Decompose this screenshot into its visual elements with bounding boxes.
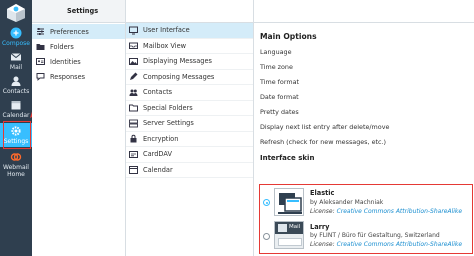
option-refresh[interactable]: Refresh (check for new messages, etc.) <box>254 134 474 149</box>
section-mailbox-view[interactable]: Mailbox View <box>126 39 253 54</box>
user-interface-panel: Main Options Language Time zone Time for… <box>254 23 474 256</box>
rail-contacts-button[interactable]: Contacts <box>0 75 32 95</box>
calendar-icon <box>11 101 21 110</box>
roundcube-logo-icon <box>7 4 25 22</box>
license-link-larry[interactable]: Creative Commons Attribution-ShareAlike <box>337 241 463 248</box>
mailbox-icon <box>129 42 138 50</box>
section-special-folders[interactable]: Special Folders <box>126 101 253 116</box>
settings-callout-box <box>3 121 31 149</box>
section-label: Contacts <box>143 88 173 97</box>
section-label: Special Folders <box>143 103 193 112</box>
section-label: Mailbox View <box>143 41 187 50</box>
sections-list: User Interface Mailbox View Displaying M… <box>126 23 254 256</box>
lock-icon <box>130 135 137 143</box>
skin-radio-elastic[interactable] <box>263 199 270 206</box>
section-label: CardDAV <box>143 150 172 159</box>
section-contacts[interactable]: Contacts <box>126 85 253 101</box>
section-server-settings[interactable]: Server Settings <box>126 116 253 132</box>
sections-header <box>126 0 254 23</box>
skin-radio-larry[interactable] <box>263 233 270 240</box>
image-icon <box>129 57 138 65</box>
mail-icon <box>10 53 22 61</box>
folder-icon <box>129 104 138 112</box>
rail-mail-label: Mail <box>9 64 23 71</box>
option-pretty-dates[interactable]: Pretty dates <box>254 104 474 119</box>
settings-item-label: Identities <box>50 57 81 66</box>
option-time-format[interactable]: Time format <box>254 74 474 89</box>
elastic-preview-icon <box>275 189 303 215</box>
folder-icon <box>36 44 45 50</box>
rail-compose-button[interactable]: Compose <box>0 27 32 47</box>
people-icon <box>129 89 138 96</box>
rail-mail-button[interactable]: Mail <box>0 51 32 71</box>
rail-webmail-home-button[interactable]: Webmail Home <box>0 151 32 178</box>
skin-name-elastic: Elastic <box>310 189 335 197</box>
monitor-icon <box>129 26 138 35</box>
settings-title: Settings <box>32 0 125 23</box>
skin-license-elastic: License: Creative Commons Attribution-Sh… <box>310 208 462 215</box>
settings-item-folders[interactable]: Folders <box>32 39 125 54</box>
settings-item-responses[interactable]: Responses <box>32 69 125 84</box>
larry-thumb-label: Mail <box>289 224 301 230</box>
app-rail: Compose Mail Contacts Calendar Settings … <box>0 0 32 256</box>
card-icon <box>129 150 138 158</box>
compose-icon <box>10 27 22 39</box>
main-options-heading: Main Options <box>260 32 317 41</box>
larry-thumbnail: Mail <box>274 221 304 249</box>
contacts-icon <box>11 76 21 86</box>
section-user-interface[interactable]: User Interface <box>126 23 253 39</box>
larry-toolbar <box>278 238 302 246</box>
section-label: Calendar <box>143 165 173 174</box>
license-prefix: License: <box>310 241 335 248</box>
interface-skin-heading: Interface skin <box>260 154 315 162</box>
section-label: Composing Messages <box>143 72 215 81</box>
comment-icon <box>36 73 45 81</box>
server-icon <box>129 119 138 128</box>
rail-compose-label: Compose <box>1 40 30 47</box>
section-encryption[interactable]: Encryption <box>126 132 253 147</box>
license-prefix: License: <box>310 208 335 215</box>
settings-item-label: Responses <box>50 72 86 81</box>
section-label: Encryption <box>143 134 179 143</box>
settings-item-preferences[interactable]: Preferences <box>32 24 125 39</box>
rail-contacts-label: Contacts <box>2 88 30 95</box>
calendar-icon <box>129 166 138 175</box>
option-next-entry[interactable]: Display next list entry after delete/mov… <box>254 119 474 134</box>
main-header <box>254 0 474 23</box>
skin-author-elastic: by Aleksander Machniak <box>310 199 384 206</box>
section-label: Displaying Messages <box>143 57 212 66</box>
section-carddav[interactable]: CardDAV <box>126 147 253 163</box>
settings-item-identities[interactable]: Identities <box>32 54 125 69</box>
option-time-zone[interactable]: Time zone <box>254 59 474 74</box>
rail-webmail-home-label: Webmail Home <box>3 164 29 178</box>
skin-name-larry: Larry <box>310 223 330 231</box>
settings-item-label: Folders <box>50 42 74 51</box>
webmail-home-icon <box>10 153 22 161</box>
skin-option-elastic[interactable]: Elastic by Aleksander Machniak License: … <box>260 186 471 219</box>
elastic-thumbnail <box>274 188 304 216</box>
section-calendar[interactable]: Calendar <box>126 163 253 178</box>
larry-mail-icon <box>278 224 287 232</box>
settings-sidebar: Settings Preferences Folders Identities … <box>32 0 126 256</box>
rail-calendar-label: Calendar <box>2 112 30 119</box>
option-date-format[interactable]: Date format <box>254 89 474 104</box>
skin-option-larry[interactable]: Mail Larry by FLINT / Büro für Gestaltun… <box>260 220 471 253</box>
section-label: Server Settings <box>143 119 194 128</box>
skin-license-larry: License: Creative Commons Attribution-Sh… <box>310 241 462 248</box>
license-link-elastic[interactable]: Creative Commons Attribution-ShareAlike <box>337 208 463 215</box>
section-composing-messages[interactable]: Composing Messages <box>126 70 253 85</box>
id-card-icon <box>36 58 45 65</box>
pen-icon <box>130 72 138 81</box>
option-language[interactable]: Language <box>254 44 474 59</box>
settings-item-label: Preferences <box>50 27 89 36</box>
skin-selector: Elastic by Aleksander Machniak License: … <box>259 184 473 254</box>
sliders-icon <box>37 28 44 35</box>
section-label: User Interface <box>143 26 190 35</box>
skin-author-larry: by FLINT / Büro für Gestaltung, Switzerl… <box>310 232 440 239</box>
section-displaying-messages[interactable]: Displaying Messages <box>126 54 253 70</box>
